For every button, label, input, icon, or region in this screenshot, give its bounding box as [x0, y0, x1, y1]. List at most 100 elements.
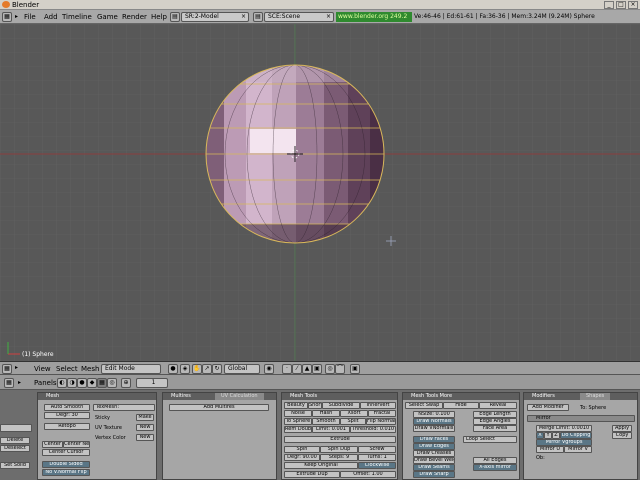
hash-button[interactable]: Hash — [312, 410, 340, 417]
mirror-x-toggle[interactable]: X — [536, 432, 544, 439]
double-sided-button[interactable]: Double Sided — [42, 461, 90, 468]
auto-smooth-button[interactable]: Auto Smooth — [44, 404, 90, 411]
close-icon[interactable]: × — [241, 13, 246, 21]
extrude-button[interactable]: Extrude — [284, 436, 396, 443]
sticky-make-button[interactable]: Make — [136, 414, 154, 421]
degr-field[interactable]: Degr: 30 — [44, 412, 90, 419]
editor-type-icon[interactable]: ▦ — [2, 12, 12, 22]
scene-context-icon[interactable]: ◎ — [107, 378, 117, 388]
draw-type-icon[interactable]: ● — [168, 364, 178, 374]
draw-faces-button[interactable]: Draw Faces — [413, 436, 455, 443]
maximize-button[interactable]: □ — [616, 1, 626, 9]
orientation-select[interactable]: Global — [224, 364, 260, 374]
pin-icon[interactable]: ⊕ — [121, 378, 131, 388]
editing-context-icon[interactable]: ▦ — [97, 378, 107, 388]
mirror-modifier-header[interactable]: Mirror — [527, 415, 635, 422]
hide-button[interactable]: Hide — [443, 402, 479, 409]
close-button[interactable]: × — [628, 1, 638, 9]
mirror-v-toggle[interactable]: Mirror V — [564, 446, 592, 453]
copy-button[interactable]: Copy — [612, 432, 632, 439]
face-area-button[interactable]: Face Area — [473, 425, 517, 432]
mirror-vgroups-toggle[interactable]: Mirror Vgroups — [536, 439, 592, 446]
edge-angles-button[interactable]: Edge Angles — [473, 418, 517, 425]
scene-browse-icon[interactable]: ▤ — [253, 12, 263, 22]
reveal-button[interactable]: Reveal — [479, 402, 517, 409]
translate-manipulator-icon[interactable]: ↗ — [202, 364, 212, 374]
snap-icon[interactable]: ⌒ — [335, 364, 345, 374]
add-multires-button[interactable]: Add Multires — [169, 404, 269, 411]
draw-bevel-weights-button[interactable]: Draw Bevel Weights — [413, 457, 455, 464]
turns-field[interactable]: Turns: 1 — [358, 454, 396, 461]
subdivide-button[interactable]: Subdivide — [322, 402, 360, 409]
rem-doubles-button[interactable]: Rem Doubles — [284, 426, 312, 433]
menu-select[interactable]: Select — [56, 365, 78, 373]
shading-context-icon[interactable]: ● — [77, 378, 87, 388]
menu-game[interactable]: Game — [97, 13, 118, 21]
texmesh-field[interactable]: TexMesh: — [93, 404, 155, 411]
innervert-button[interactable]: Innervert — [360, 402, 396, 409]
to-sphere-button[interactable]: To Sphere — [284, 418, 312, 425]
merge-limit-field[interactable]: Merge Limit: 0.0010 — [536, 425, 592, 432]
draw-seams-button[interactable]: Draw Seams — [413, 464, 455, 471]
draw-creases-button[interactable]: Draw Creases — [413, 450, 455, 457]
close-icon[interactable]: × — [326, 13, 331, 21]
mirror-z-toggle[interactable]: Z — [552, 432, 560, 439]
script-context-icon[interactable]: ◑ — [67, 378, 77, 388]
collapse-arrow-icon[interactable]: ▸ — [15, 13, 18, 20]
edge-select-icon[interactable]: ⁄ — [292, 364, 302, 374]
short-button[interactable]: Short — [308, 402, 322, 409]
menu-timeline[interactable]: Timeline — [62, 13, 92, 21]
draw-vnormals-button[interactable]: Draw VNormals — [413, 425, 455, 432]
menu-view[interactable]: View — [34, 365, 51, 373]
select-swap-button[interactable]: Select Swap — [405, 402, 443, 409]
mode-select[interactable]: Edit Mode — [101, 364, 161, 374]
occlude-icon[interactable]: ▣ — [312, 364, 322, 374]
vertex-select-icon[interactable]: · — [282, 364, 292, 374]
scene-field[interactable]: SCE:Scene × — [264, 12, 334, 22]
do-clipping-toggle[interactable]: Do Clipping — [560, 432, 592, 439]
menu-render[interactable]: Render — [122, 13, 147, 21]
keep-original-button[interactable]: Keep Original — [284, 462, 358, 469]
clockwise-button[interactable]: Clockwise — [358, 462, 396, 469]
mirror-y-toggle[interactable]: Y — [544, 432, 552, 439]
render-icon[interactable]: ▣ — [350, 364, 360, 374]
layers-icon[interactable]: ◉ — [264, 364, 274, 374]
collapse-arrow-icon[interactable]: ▸ — [18, 379, 21, 386]
limit-field[interactable]: Limit: 0.001 — [312, 426, 350, 433]
blender-url-link[interactable]: www.blender.org 249.2 — [336, 12, 412, 22]
set-solid-button[interactable]: Set Solid — [0, 462, 30, 469]
flip-normal-button[interactable]: Flip Normal — [366, 418, 396, 425]
retopo-button[interactable]: Retopo — [44, 423, 90, 430]
nsize-field[interactable]: NSize: 0.100 — [413, 411, 455, 418]
tab-uv-calculation[interactable]: UV Calculation — [215, 393, 264, 400]
split-button[interactable]: Split — [340, 418, 366, 425]
menu-help[interactable]: Help — [151, 13, 167, 21]
screen-field[interactable]: SR:2-Model × — [181, 12, 249, 22]
minimize-button[interactable]: _ — [604, 1, 614, 9]
vertex-color-new-button[interactable]: New — [136, 434, 154, 441]
menu-file[interactable]: File — [24, 13, 36, 21]
xsort-button[interactable]: Xsort — [340, 410, 368, 417]
proportional-edit-icon[interactable]: ◎ — [325, 364, 335, 374]
spin-button[interactable]: Spin — [284, 446, 320, 453]
menu-add[interactable]: Add — [44, 13, 58, 21]
face-select-icon[interactable]: ▲ — [302, 364, 312, 374]
smooth-button[interactable]: Smooth — [312, 418, 340, 425]
mirror-u-toggle[interactable]: Mirror U — [536, 446, 564, 453]
left-field[interactable] — [0, 424, 32, 432]
add-modifier-button[interactable]: Add Modifier — [527, 404, 569, 411]
rotate-manipulator-icon[interactable]: ↻ — [212, 364, 222, 374]
extrude-dup-button[interactable]: Extrude Dup — [284, 471, 340, 478]
collapse-arrow-icon[interactable]: ▸ — [15, 364, 18, 371]
all-edges-button[interactable]: All Edges — [473, 457, 517, 464]
draw-edges-button[interactable]: Draw Edges — [413, 443, 455, 450]
no-vnormal-flip-button[interactable]: No V.Normal Flip — [42, 469, 90, 476]
3d-viewport[interactable]: (1) Sphere — [0, 24, 640, 361]
screen-browse-icon[interactable]: ▤ — [170, 12, 180, 22]
offset-field[interactable]: Offset: 1.00 — [340, 471, 396, 478]
steps-field[interactable]: Steps: 9 — [320, 454, 358, 461]
object-context-icon[interactable]: ◆ — [87, 378, 97, 388]
deselect-button[interactable]: Deselect — [0, 445, 30, 452]
beauty-button[interactable]: Beauty — [284, 402, 308, 409]
pivot-icon[interactable]: ◈ — [180, 364, 190, 374]
